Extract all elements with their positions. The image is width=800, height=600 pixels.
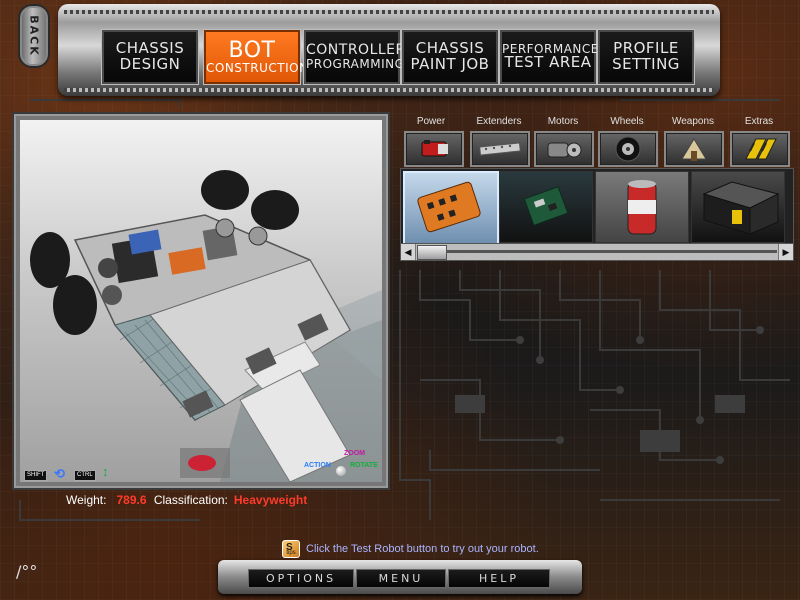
tray-item-circuit-board[interactable] xyxy=(499,171,593,243)
tips-icon: tips xyxy=(282,536,300,560)
battery-icon xyxy=(421,140,448,157)
category-label-power: Power xyxy=(416,116,446,127)
weight-label: Weight: xyxy=(66,493,107,507)
classification-label: Classification: xyxy=(153,493,228,507)
rotate-arrows-icon: ⟲ xyxy=(54,466,65,481)
tab-performance-test-area[interactable]: PERFORMANCE TEST AREA xyxy=(500,30,598,84)
category-button-extenders[interactable] xyxy=(470,131,530,167)
parts-tray xyxy=(400,168,794,245)
ctrl-key-hint: CTRL xyxy=(74,470,96,481)
weight-status: Weight: 789.6 Classification: Heavyweight xyxy=(66,493,307,507)
circuit-board-icon xyxy=(523,186,569,226)
weapon-icon xyxy=(681,138,707,161)
tab-label-line2: SETTING xyxy=(612,55,680,73)
robot-viewport-frame: SHIFT ⟲ CTRL ↕ ZOOM ACTION ROTATE xyxy=(14,114,388,488)
category-label-weapons: Weapons xyxy=(671,116,715,127)
box-battery-icon xyxy=(702,181,780,235)
mouse-icon xyxy=(336,466,346,476)
category-label-wheels: Wheels xyxy=(610,116,644,127)
extras-icon xyxy=(745,138,777,160)
corner-logo: /°° xyxy=(16,562,38,581)
shift-key-hint: SHIFT xyxy=(24,470,48,481)
category-button-weapons[interactable] xyxy=(664,131,724,167)
tip-text: Click the Test Robot button to try out y… xyxy=(306,543,539,555)
tab-label-line1: BOT xyxy=(228,38,276,64)
zoom-hint: ZOOM xyxy=(344,450,365,457)
tab-bot-construction[interactable]: BOT CONSTRUCTION xyxy=(204,30,309,84)
extender-bar-icon xyxy=(479,142,521,156)
category-button-wheels[interactable] xyxy=(598,131,658,167)
options-button[interactable]: OPTIONS xyxy=(248,569,354,588)
tab-controller-programming[interactable]: CONTROLLER PROGRAMMING xyxy=(304,30,406,84)
back-button[interactable]: BACK xyxy=(18,4,50,68)
tab-profile-setting[interactable]: PROFILE SETTING xyxy=(598,30,694,84)
tab-chassis-paint-job[interactable]: CHASSIS PAINT JOB xyxy=(402,30,498,84)
tab-label-line2: DESIGN xyxy=(119,55,181,73)
canister-battery-icon xyxy=(627,180,657,235)
scroll-right-arrow-icon[interactable]: ▶ xyxy=(778,244,793,260)
help-button[interactable]: HELP xyxy=(448,569,550,588)
bottom-menu-bar: OPTIONS MENU HELP xyxy=(218,560,582,594)
tab-label-line2: TEST AREA xyxy=(504,53,592,72)
classification-value: Heavyweight xyxy=(233,493,308,507)
tab-label-line2: PROGRAMMING xyxy=(306,57,405,72)
category-label-extras: Extras xyxy=(744,116,774,127)
parts-tray-scrollbar[interactable]: ◀ ▶ xyxy=(400,243,794,261)
motor-icon xyxy=(547,142,582,158)
scroll-track[interactable] xyxy=(447,250,777,253)
wheel-icon xyxy=(615,136,641,162)
tab-label-line2: PAINT JOB xyxy=(410,55,490,73)
category-button-extras[interactable] xyxy=(730,131,790,167)
scroll-thumb[interactable] xyxy=(417,245,447,260)
category-label-extenders: Extenders xyxy=(476,116,522,127)
tray-item-canister-battery[interactable] xyxy=(595,171,689,243)
tab-chassis-design[interactable]: CHASSIS DESIGN xyxy=(102,30,198,84)
category-label-motors: Motors xyxy=(547,116,579,127)
back-button-label: BACK xyxy=(27,15,41,57)
category-button-motors[interactable] xyxy=(534,131,594,167)
tab-label-line2: CONSTRUCTION xyxy=(206,61,309,76)
robot-model xyxy=(30,170,382,482)
move-arrows-icon: ↕ xyxy=(102,464,109,479)
weight-value: 789.6 xyxy=(116,493,147,507)
top-nav: CHASSIS DESIGN BOT CONSTRUCTION CONTROLL… xyxy=(58,4,720,96)
tab-label-line1: CONTROLLER xyxy=(306,42,406,59)
tip-message: tips Click the Test Robot button to try … xyxy=(282,536,539,560)
tray-item-box-battery[interactable] xyxy=(691,171,785,243)
speed-controller-icon xyxy=(417,181,481,233)
rotate-hint: ROTATE xyxy=(350,462,378,469)
action-hint: ACTION xyxy=(304,462,331,469)
menu-button[interactable]: MENU xyxy=(356,569,446,588)
tray-item-speed-controller[interactable] xyxy=(403,171,499,245)
tips-icon-label: tips xyxy=(286,550,296,556)
scroll-left-arrow-icon[interactable]: ◀ xyxy=(401,244,416,260)
category-button-power[interactable] xyxy=(404,131,464,167)
robot-3d-viewport[interactable]: SHIFT ⟲ CTRL ↕ ZOOM ACTION ROTATE xyxy=(20,120,382,482)
